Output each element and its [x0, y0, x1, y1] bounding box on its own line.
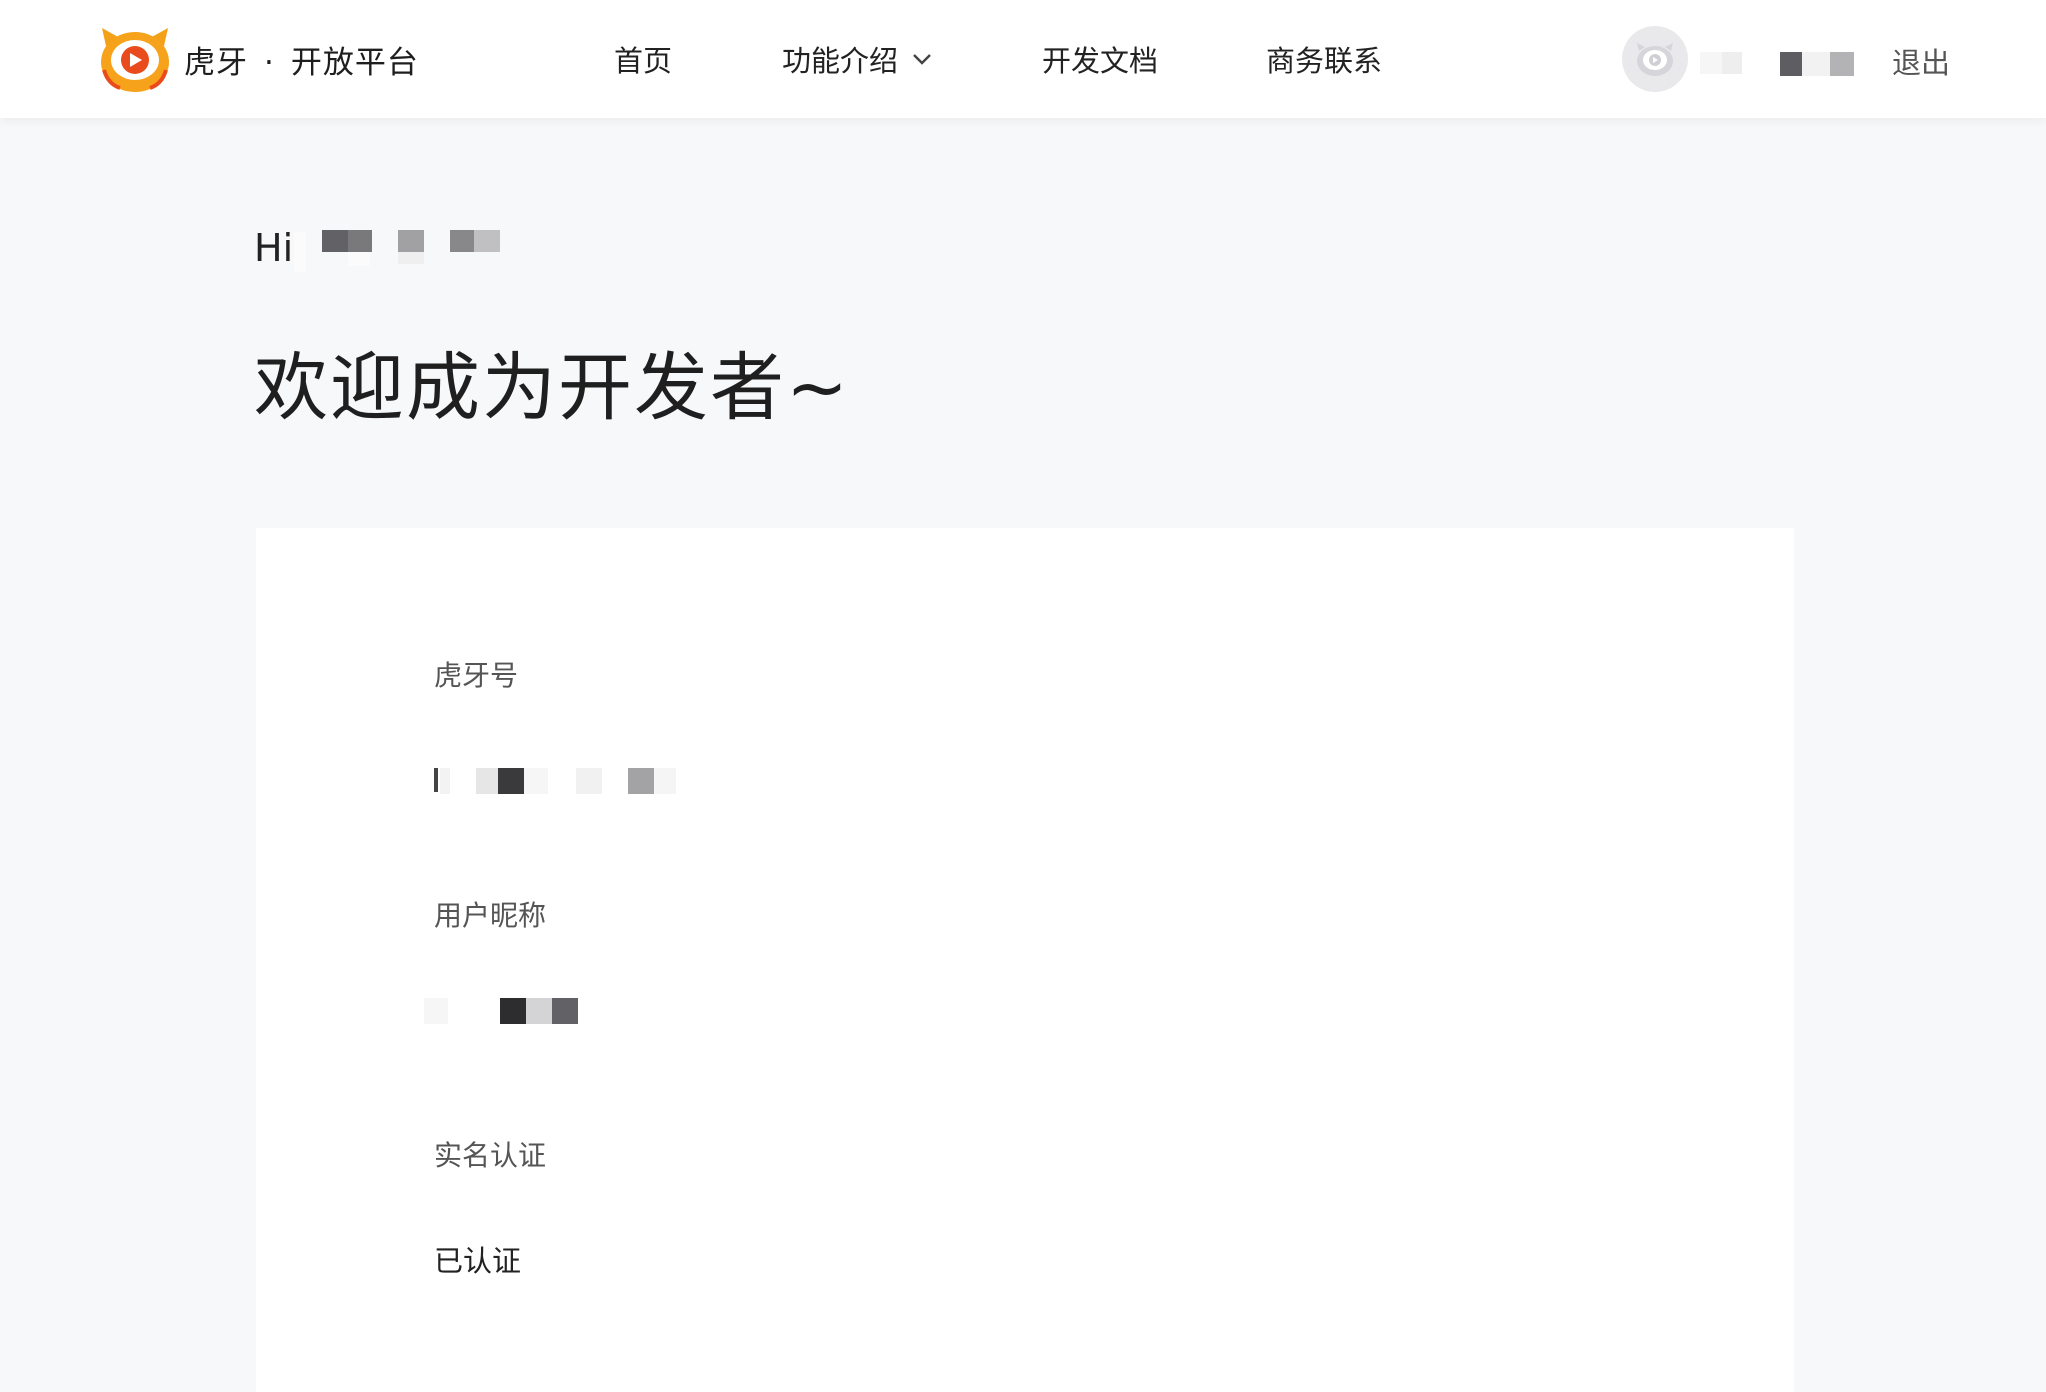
- greeting-name-redacted: [294, 226, 504, 272]
- brand-title: 虎牙 · 开放平台: [184, 44, 419, 81]
- nav-item-label: 开发文档: [1042, 44, 1159, 78]
- nav-item-business[interactable]: 商务联系: [1266, 38, 1382, 80]
- huya-logo-icon: [101, 28, 169, 92]
- nav-item-label: 首页: [614, 44, 673, 78]
- field-label-huya-id: 虎牙号: [434, 659, 519, 692]
- nav-item-features[interactable]: 功能介绍: [782, 38, 932, 80]
- field-value-huya-id-redacted: [434, 766, 684, 796]
- brand[interactable]: 虎牙 · 开放平台: [98, 24, 419, 94]
- nav-item-docs[interactable]: 开发文档: [1042, 38, 1158, 80]
- field-label-nickname: 用户昵称: [434, 899, 547, 932]
- chevron-down-icon: [913, 54, 931, 65]
- user-area[interactable]: [1622, 26, 1688, 92]
- default-avatar-icon: [1637, 43, 1673, 76]
- nav-item-label: 商务联系: [1266, 44, 1383, 78]
- nav-item-home[interactable]: 首页: [614, 38, 672, 80]
- nav-item-label: 功能介绍: [782, 44, 899, 78]
- field-label-real-name: 实名认证: [434, 1139, 547, 1172]
- avatar[interactable]: [1622, 26, 1688, 92]
- user-name-redacted: [1700, 48, 1860, 78]
- field-value-real-name: 已认证: [434, 1244, 522, 1278]
- field-value-nickname-redacted: [424, 996, 594, 1026]
- welcome-heading: 欢迎成为开发者~: [254, 345, 851, 431]
- logout-link[interactable]: 退出: [1892, 40, 1950, 82]
- top-navigation-bar: 虎牙 · 开放平台 首页 功能介绍 开发文档 商务联系 退出: [0, 0, 2046, 118]
